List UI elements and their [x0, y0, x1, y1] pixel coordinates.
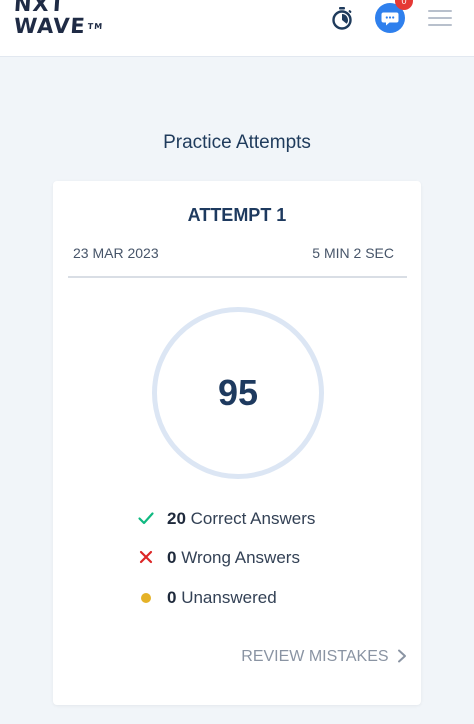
unanswered-label: Unanswered — [181, 588, 277, 607]
attempt-duration: 5 MIN 2 SEC — [312, 245, 394, 261]
score-value: 95 — [217, 372, 259, 413]
check-icon — [138, 511, 154, 524]
logo-line-2: WAVETM — [13, 14, 104, 38]
divider — [68, 276, 407, 278]
unanswered-row: 0 Unanswered — [137, 588, 277, 610]
correct-answers-row: 20 Correct Answers — [137, 509, 315, 531]
review-mistakes-label: REVIEW MISTAKES — [241, 648, 389, 665]
wrong-count: 0 — [167, 548, 177, 567]
menu-bar — [428, 24, 452, 26]
menu-bar — [428, 10, 452, 12]
page-title: Practice Attempts — [163, 132, 311, 153]
unanswered-count: 0 — [167, 588, 177, 607]
menu-bar — [428, 17, 452, 19]
top-navbar: NXT WAVETM 0 — [0, 0, 474, 57]
unanswered-dot — [141, 592, 151, 603]
score-ring: 95 — [152, 307, 324, 479]
attempt-title: ATTEMPT 1 — [187, 205, 287, 225]
attempt-date: 23 MAR 2023 — [73, 245, 159, 261]
logo-line-1: NXT — [13, 0, 66, 16]
wrong-label: Wrong Answers — [181, 548, 300, 567]
stopwatch-icon[interactable] — [330, 6, 354, 30]
review-mistakes-link[interactable]: REVIEW MISTAKES — [241, 648, 407, 666]
correct-label: Correct Answers — [190, 509, 316, 528]
correct-count: 20 — [167, 509, 186, 528]
chevron-right-icon — [398, 649, 406, 663]
attempt-card: ATTEMPT 1 23 MAR 2023 5 MIN 2 SEC 95 20 … — [53, 181, 421, 705]
nxtwave-logo[interactable]: NXT WAVETM — [13, 0, 104, 38]
cross-icon — [139, 550, 153, 563]
dot-icon — [137, 588, 155, 606]
wrong-answers-row: 0 Wrong Answers — [137, 548, 300, 570]
logo-trademark: TM — [87, 22, 104, 31]
logo-wave-text: WAVE — [13, 14, 87, 38]
hamburger-menu-icon[interactable] — [428, 10, 452, 28]
